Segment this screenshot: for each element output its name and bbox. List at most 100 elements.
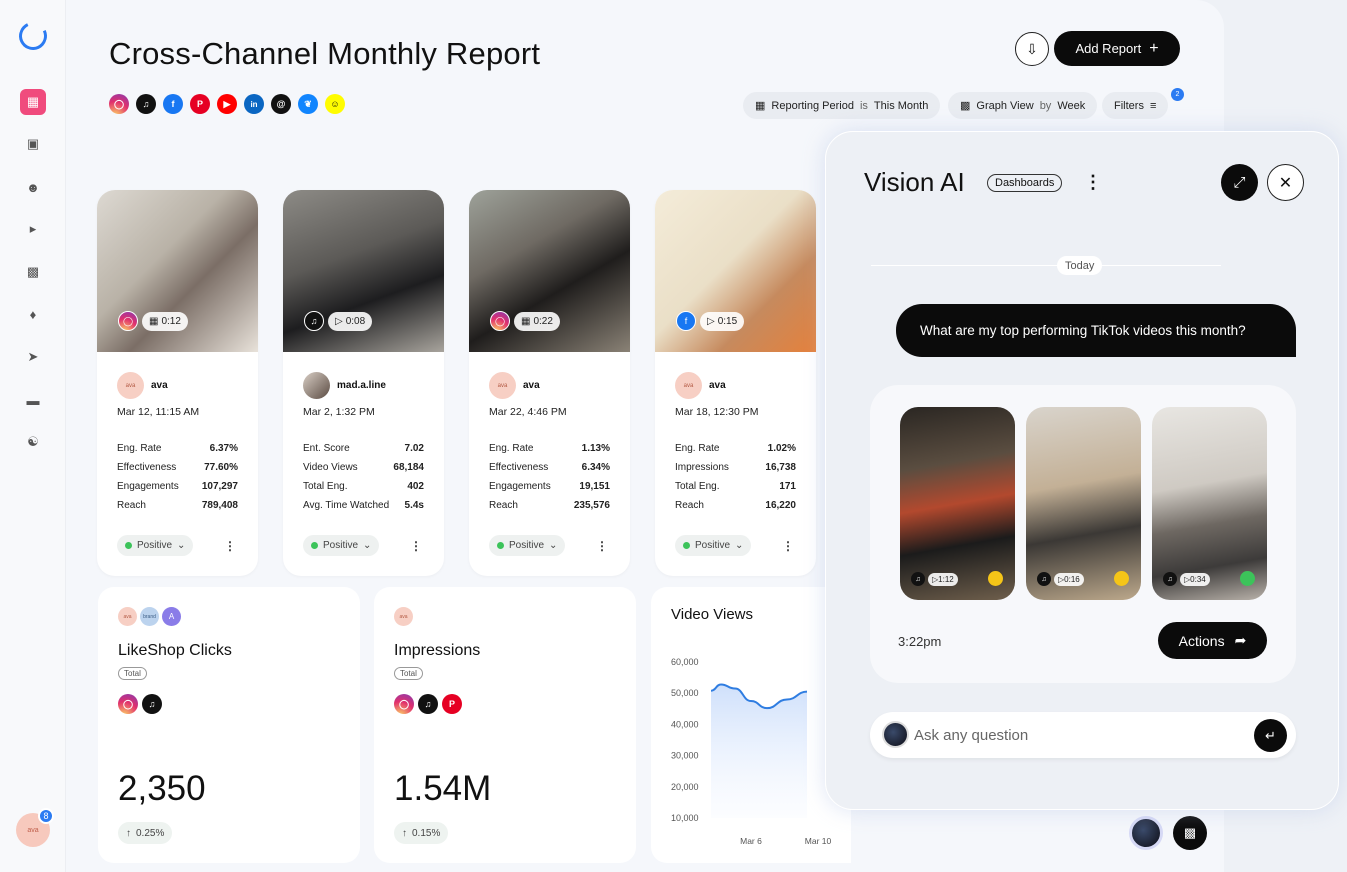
reporting-period-filter[interactable]: ▦ Reporting Period is This Month bbox=[743, 92, 941, 119]
sentiment-dropdown[interactable]: Positive ⌄ bbox=[675, 535, 752, 556]
calendar-icon: ▦ bbox=[149, 315, 159, 327]
post-card[interactable]: ♫ ▷ 0:08 mad.a.line Mar 2, 1:32 PM Ent. S… bbox=[283, 190, 444, 576]
post-card[interactable]: ◯ ▦ 0:22 ava ava Mar 22, 4:46 PM Eng. Rat… bbox=[469, 190, 630, 576]
metric-label: Ent. Score bbox=[303, 443, 350, 454]
x-tick-label: Mar 10 bbox=[805, 836, 832, 846]
youtube-icon[interactable]: ▶ bbox=[217, 94, 237, 114]
impressions-card: ava Impressions Total ◯ ♫ P 1.54M ↑ 0.15% bbox=[374, 587, 636, 863]
sentiment-dropdown[interactable]: Positive ⌄ bbox=[489, 535, 566, 556]
metric-label: Total Eng. bbox=[675, 481, 720, 492]
metric-label: Eng. Rate bbox=[489, 443, 534, 454]
trend-up-icon bbox=[1240, 571, 1255, 586]
avatar: ava bbox=[489, 372, 516, 399]
pinterest-icon[interactable]: P bbox=[190, 94, 210, 114]
filters-count-badge: 2 bbox=[1171, 88, 1184, 101]
plus-icon: + bbox=[1149, 39, 1159, 57]
y-tick-label: 10,000 bbox=[671, 813, 699, 823]
logo-icon[interactable] bbox=[15, 18, 51, 54]
post-card[interactable]: f ▷ 0:15 ava ava Mar 18, 12:30 PM Eng. Ra… bbox=[655, 190, 816, 576]
post-metrics: Eng. Rate 1.13% Effectiveness 6.34% Engage… bbox=[489, 443, 610, 519]
actions-button[interactable]: Actions ➦ bbox=[1158, 622, 1267, 659]
more-options-icon[interactable]: ⋮ bbox=[224, 539, 236, 553]
ask-input[interactable] bbox=[914, 725, 1234, 745]
linkedin-icon[interactable]: in bbox=[244, 94, 264, 114]
post-username: ava bbox=[151, 380, 168, 391]
stat-value: 1.54M bbox=[394, 769, 492, 808]
media-icon[interactable]: ▣ bbox=[20, 131, 46, 157]
bluesky-icon[interactable]: ❦ bbox=[298, 94, 318, 114]
metric-label: Eng. Rate bbox=[675, 443, 720, 454]
sentiment-dropdown[interactable]: Positive ⌄ bbox=[117, 535, 194, 556]
metric-label: Engagements bbox=[117, 481, 179, 492]
post-date: Mar 12, 11:15 AM bbox=[117, 406, 200, 418]
metric-label: Impressions bbox=[675, 462, 729, 473]
panel-title: Vision AI bbox=[864, 167, 965, 197]
video-views-card: Video Views 60,000 50,000 40,000 30,000 20,0… bbox=[651, 587, 851, 863]
play-icon: ▷ bbox=[335, 315, 343, 327]
more-options-icon[interactable]: ⋮ bbox=[596, 539, 608, 553]
stat-title: Impressions bbox=[394, 642, 481, 659]
facebook-icon[interactable]: f bbox=[163, 94, 183, 114]
megaphone-icon[interactable]: ▸ bbox=[20, 216, 46, 242]
avatar: ava bbox=[117, 372, 144, 399]
metric-value: 789,408 bbox=[201, 500, 238, 511]
panel-menu-icon[interactable]: ⋮ bbox=[1084, 172, 1102, 193]
bar-chart-icon: ▩ bbox=[960, 100, 971, 112]
filters-button[interactable]: Filters ≡ bbox=[1102, 92, 1169, 119]
instagram-icon[interactable]: ◯ bbox=[109, 94, 129, 114]
metric-label: Engagements bbox=[489, 481, 551, 492]
post-card[interactable]: ◯ ▦ 0:12 ava ava Mar 12, 11:15 AM Eng. Ra… bbox=[97, 190, 258, 576]
y-tick-label: 60,000 bbox=[671, 657, 699, 667]
instagram-icon: ◯ bbox=[118, 694, 138, 714]
send-icon[interactable]: ➤ bbox=[20, 344, 46, 370]
add-report-label: Add Report bbox=[1075, 41, 1142, 56]
metric-label: Reach bbox=[489, 500, 518, 511]
people-icon[interactable]: ☻ bbox=[20, 174, 46, 200]
graph-view-filter[interactable]: ▩ Graph View by Week bbox=[948, 92, 1098, 119]
filter-icon: ≡ bbox=[1149, 99, 1157, 112]
tiktok-icon: ♫ bbox=[911, 572, 925, 586]
date-separator: Today bbox=[1057, 256, 1103, 275]
trophy-icon[interactable]: ♦ bbox=[20, 301, 46, 327]
download-button[interactable]: ⇩ bbox=[1015, 32, 1049, 66]
result-video-thumbnail[interactable]: ♫ ▷ 0:16 bbox=[1026, 407, 1141, 600]
tiktok-icon[interactable]: ♫ bbox=[136, 94, 156, 114]
filters-label: Filters bbox=[1114, 99, 1144, 112]
chat-button[interactable]: ▩ bbox=[1173, 816, 1207, 850]
post-username: ava bbox=[709, 380, 726, 391]
avatar bbox=[303, 372, 330, 399]
metric-label: Effectiveness bbox=[117, 462, 177, 473]
chat-icon: ▩ bbox=[1183, 825, 1197, 840]
reporting-period-value: This Month bbox=[873, 99, 929, 112]
close-icon[interactable]: ✕ bbox=[1267, 164, 1304, 201]
folder-icon[interactable]: ▬ bbox=[20, 387, 46, 413]
result-video-thumbnail[interactable]: ♫ ▷ 0:34 bbox=[1152, 407, 1267, 600]
metric-label: Video Views bbox=[303, 462, 358, 473]
stat-change: ↑ 0.25% bbox=[118, 822, 173, 844]
more-options-icon[interactable]: ⋮ bbox=[782, 539, 794, 553]
snapchat-icon[interactable]: ☺ bbox=[325, 94, 345, 114]
comments-icon[interactable]: ▩ bbox=[20, 259, 46, 285]
dashboard-icon[interactable]: ▦ bbox=[20, 89, 46, 115]
send-button[interactable]: ↵ bbox=[1254, 719, 1287, 752]
avatar: A bbox=[162, 607, 181, 626]
post-metrics: Eng. Rate 1.02% Impressions 16,738 Total E… bbox=[675, 443, 796, 519]
instagram-icon: ◯ bbox=[394, 694, 414, 714]
cloud-download-icon: ⇩ bbox=[1026, 40, 1038, 57]
status-dot bbox=[497, 542, 504, 549]
add-report-button[interactable]: Add Report + bbox=[1054, 31, 1180, 66]
threads-icon[interactable]: @ bbox=[271, 94, 291, 114]
post-date: Mar 18, 12:30 PM bbox=[675, 406, 759, 418]
sentiment-dropdown[interactable]: Positive ⌄ bbox=[303, 535, 380, 556]
chevron-down-icon: ⌄ bbox=[549, 540, 558, 551]
headset-icon[interactable]: ☯ bbox=[20, 429, 46, 455]
post-date: Mar 22, 4:46 PM bbox=[489, 406, 567, 418]
vision-ai-panel: Vision AI Dashboards ⋮ ⤢ ✕ Today What ar… bbox=[825, 131, 1339, 810]
divider bbox=[871, 265, 1221, 266]
panel-tag[interactable]: Dashboards bbox=[987, 174, 1063, 192]
result-video-thumbnail[interactable]: ♫ ▷ 1:12 bbox=[900, 407, 1015, 600]
vision-ai-orb-button[interactable] bbox=[1129, 816, 1163, 850]
more-options-icon[interactable]: ⋮ bbox=[410, 539, 422, 553]
page-title: Cross-Channel Monthly Report bbox=[109, 36, 541, 71]
expand-icon[interactable]: ⤢ bbox=[1221, 164, 1258, 201]
